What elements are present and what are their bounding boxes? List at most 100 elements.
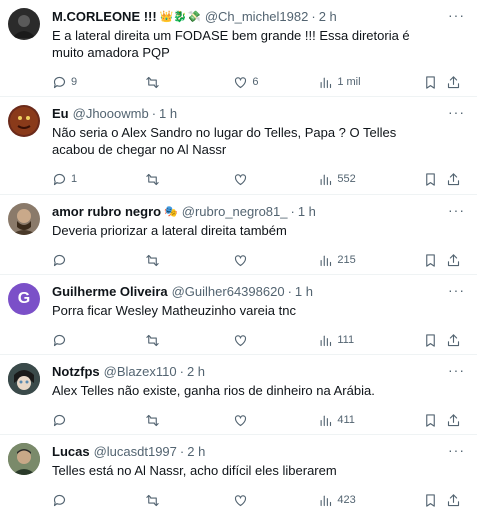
analytics-icon [320,77,332,88]
share-icon [447,413,459,426]
display-name[interactable]: Eu [52,105,69,123]
bookmark-button[interactable] [423,253,446,268]
retweet-button[interactable] [145,172,234,187]
view-count: 1 mil [337,76,361,88]
view-count: 411 [337,414,355,426]
share-button[interactable] [446,333,465,348]
user-handle[interactable]: @Guilher64398620 [172,283,285,301]
like-button[interactable] [233,413,318,428]
user-handle[interactable]: @lucasdt1997 [94,443,177,461]
reply-count: 1 [71,173,78,185]
retweet-button[interactable] [145,75,234,90]
tweet-text: Telles está no Al Nassr, acho difícil el… [52,463,337,478]
heart-icon [235,173,247,185]
user-handle[interactable]: @Blazex110 [104,363,177,381]
like-button[interactable] [233,333,318,348]
reply-tweet[interactable]: Lucas @lucasdt1997 · 2 h ··· Telles está… [0,435,477,519]
heart-icon [235,414,247,426]
timestamp[interactable]: 2 h [187,363,205,381]
tweet-text: Não seria o Alex Sandro no lugar do Tell… [52,125,397,157]
analytics-icon [320,415,332,426]
views-button[interactable]: 423 [318,493,422,508]
timestamp[interactable]: 1 h [295,283,313,301]
retweet-button[interactable] [145,413,234,428]
display-name[interactable]: amor rubro negro [52,203,161,221]
reply-tweet[interactable]: Notzfps @Blazex110 · 2 h ··· Alex Telles… [0,355,477,435]
user-handle[interactable]: @Jhooowmb [73,105,149,123]
retweet-button[interactable] [145,333,234,348]
avatar[interactable] [8,203,40,235]
avatar[interactable]: G [8,283,40,315]
tweet-text: Alex Telles não existe, ganha rios de di… [52,383,375,398]
timestamp[interactable]: 2 h [187,443,205,461]
timestamp[interactable]: 1 h [159,105,177,123]
bookmark-button[interactable] [423,413,446,428]
share-icon [447,75,459,88]
retweet-button[interactable] [145,253,234,268]
like-button[interactable] [233,493,318,508]
like-button[interactable] [233,253,318,268]
analytics-icon [320,335,332,346]
views-button[interactable]: 1 mil [318,75,422,90]
views-button[interactable]: 215 [318,253,422,268]
reply-tweet[interactable]: amor rubro negro 🎭 @rubro_negro81_ · 1 h… [0,195,477,275]
user-handle[interactable]: @Ch_michel1982 [205,8,309,26]
bookmark-button[interactable] [423,75,446,90]
reply-button[interactable] [52,413,145,428]
analytics-icon [320,495,332,506]
like-button[interactable]: 6 [233,75,318,90]
avatar[interactable] [8,363,40,395]
reply-tweet[interactable]: M.CORLEONE !!! 👑🐉💸 @Ch_michel1982 · 2 h … [0,0,477,97]
share-button[interactable] [446,253,465,268]
bookmark-icon [425,493,435,507]
reply-button[interactable] [52,333,145,348]
share-icon [447,333,459,346]
like-button[interactable] [233,172,318,187]
avatar[interactable] [8,8,40,40]
timestamp[interactable]: 2 h [319,8,337,26]
reply-tweet[interactable]: Eu @Jhooowmb · 1 h ··· Não seria o Alex … [0,97,477,195]
display-name[interactable]: Lucas [52,443,90,461]
display-name[interactable]: Notzfps [52,363,100,381]
share-button[interactable] [446,493,465,508]
view-count: 552 [337,173,356,185]
bookmark-button[interactable] [423,333,446,348]
reply-button[interactable]: 9 [52,75,145,90]
user-handle[interactable]: @rubro_negro81_ [182,203,288,221]
bookmark-button[interactable] [423,493,446,508]
share-button[interactable] [446,75,465,90]
more-options-icon[interactable]: ··· [448,443,465,457]
views-button[interactable]: 411 [318,413,422,428]
share-icon [447,493,459,506]
action-bar: 111 [52,329,465,351]
avatar[interactable] [8,105,40,137]
timestamp[interactable]: 1 h [298,203,316,221]
analytics-icon [320,174,332,185]
retweet-button[interactable] [145,493,234,508]
reply-tweet[interactable]: G Guilherme Oliveira @Guilher64398620 · … [0,275,477,355]
share-button[interactable] [446,172,465,187]
separator-dot: · [290,204,295,219]
more-options-icon[interactable]: ··· [448,283,465,297]
more-options-icon[interactable]: ··· [448,363,465,377]
more-options-icon[interactable]: ··· [448,105,465,119]
share-button[interactable] [446,413,465,428]
more-options-icon[interactable]: ··· [448,203,465,217]
bookmark-button[interactable] [423,172,446,187]
reply-icon [53,173,66,185]
display-name[interactable]: M.CORLEONE !!! [52,8,157,26]
action-bar: 9 6 1 mil [52,71,465,93]
views-button[interactable]: 552 [318,172,422,187]
tweet-text: Porra ficar Wesley Matheuzinho vareia tn… [52,303,296,318]
reply-button[interactable] [52,253,145,268]
more-options-icon[interactable]: ··· [448,8,465,22]
separator-dot: · [179,444,185,459]
bookmark-icon [425,172,435,186]
avatar[interactable] [8,443,40,475]
reply-button[interactable] [52,493,145,508]
view-count: 215 [337,254,356,266]
reply-button[interactable]: 1 [52,172,145,187]
views-button[interactable]: 111 [318,333,422,348]
display-name[interactable]: Guilherme Oliveira [52,283,168,301]
avatar-letter: G [17,290,31,307]
